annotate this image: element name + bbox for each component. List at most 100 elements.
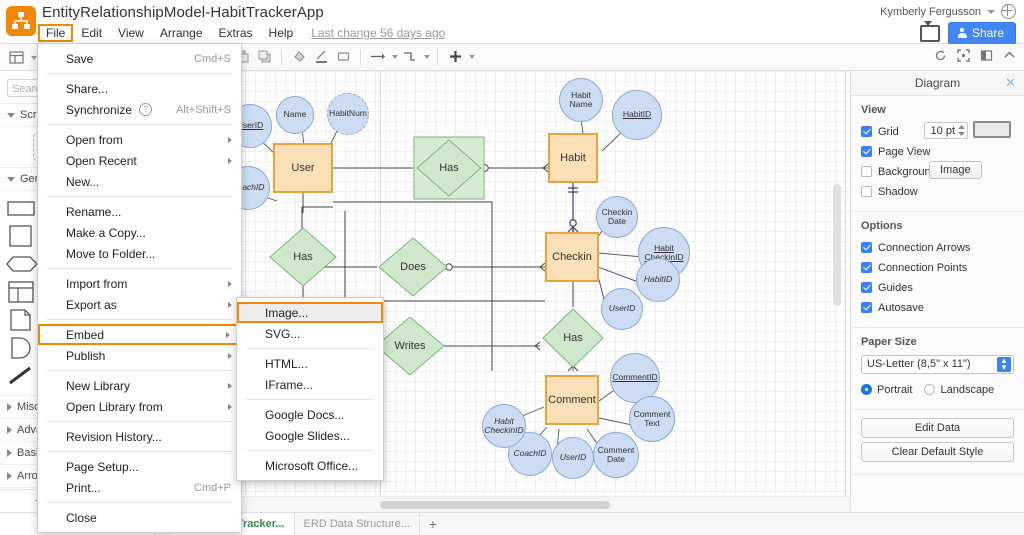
attribute-checkin-date[interactable]: Checkin Date — [596, 196, 638, 238]
attribute-habit-checkinid-fk[interactable]: Habit CheckinID — [482, 404, 526, 448]
submenu-item-image[interactable]: Image... — [237, 302, 383, 323]
menu-item-open-recent[interactable]: Open Recent — [38, 150, 241, 171]
menu-item-revision-history[interactable]: Revision History... — [38, 426, 241, 447]
scrollbar-thumb-horizontal[interactable] — [380, 501, 610, 509]
edit-data-button[interactable]: Edit Data — [861, 418, 1014, 438]
background-checkbox[interactable] — [861, 166, 872, 177]
menu-item-new-library[interactable]: New Library — [38, 375, 241, 396]
format-panel-icon[interactable] — [980, 49, 993, 65]
menu-item-save[interactable]: SaveCmd+S — [38, 48, 241, 69]
row-connection-points[interactable]: Connection Points — [861, 259, 1014, 276]
fill-color-icon[interactable] — [289, 47, 309, 66]
entity-checkin[interactable]: Checkin — [545, 232, 599, 282]
attribute-userid-checkin[interactable]: UserID — [601, 288, 643, 330]
to-back-icon[interactable] — [254, 47, 274, 66]
entity-comment[interactable]: Comment — [545, 375, 599, 425]
chevron-down-icon[interactable] — [392, 55, 398, 59]
file-menu[interactable]: SaveCmd+S Share... Synchronize?Alt+Shift… — [37, 43, 242, 533]
row-connection-arrows[interactable]: Connection Arrows — [861, 239, 1014, 256]
submenu-item-google-docs[interactable]: Google Docs... — [237, 404, 383, 425]
entity-habit[interactable]: Habit — [548, 133, 598, 183]
comment-icon[interactable] — [920, 25, 940, 42]
reset-view-icon[interactable] — [934, 49, 947, 65]
canvas-horizontal-scrollbar[interactable] — [155, 496, 850, 512]
paper-size-select[interactable]: US-Letter (8,5" x 11") ▲▼ — [861, 355, 1014, 374]
menu-item-close[interactable]: Close — [38, 507, 241, 528]
portrait-radio[interactable] — [861, 384, 872, 395]
menu-item-synchronize[interactable]: Synchronize?Alt+Shift+S — [38, 99, 241, 120]
relationship-has-user-checkin[interactable]: Has — [268, 226, 338, 288]
scrollbar-thumb-vertical[interactable] — [833, 184, 841, 306]
menu-view[interactable]: View — [110, 24, 152, 42]
attribute-habitid-key[interactable]: HabitID — [612, 90, 662, 140]
attribute-userid-comment[interactable]: UserID — [552, 437, 594, 479]
menu-help[interactable]: Help — [261, 24, 302, 42]
menu-file[interactable]: File — [38, 24, 73, 42]
menu-item-open-from[interactable]: Open from — [38, 129, 241, 150]
attribute-comment-date[interactable]: Comment Date — [593, 432, 639, 478]
grid-size-stepper[interactable] — [957, 123, 966, 138]
menu-item-move-to-folder[interactable]: Move to Folder... — [38, 243, 241, 264]
line-color-icon[interactable] — [311, 47, 331, 66]
relationship-has-user-habit[interactable]: Has — [413, 136, 485, 200]
shape-line-icon[interactable] — [6, 365, 36, 390]
shape-hexagon-icon[interactable] — [6, 254, 40, 277]
shadow-checkbox[interactable] — [861, 186, 872, 197]
submenu-item-iframe[interactable]: IFrame... — [237, 374, 383, 395]
add-page-button[interactable]: + — [420, 513, 446, 535]
row-grid[interactable]: Grid 10 pt — [861, 123, 1014, 140]
relationship-has-checkin-comment[interactable]: Has — [541, 307, 605, 369]
shape-square-icon[interactable] — [6, 224, 36, 251]
menu-item-export-as[interactable]: Export as — [38, 294, 241, 315]
help-icon[interactable]: ? — [139, 103, 152, 116]
relationship-writes[interactable]: Writes — [374, 315, 446, 377]
chevron-down-icon[interactable] — [987, 10, 995, 14]
chevron-down-icon[interactable] — [424, 55, 430, 59]
menu-item-publish[interactable]: Publish — [38, 345, 241, 366]
attribute-habitid-fk[interactable]: HabitID — [636, 258, 680, 302]
submenu-item-microsoft-office[interactable]: Microsoft Office... — [237, 455, 383, 476]
page-view-checkbox[interactable] — [861, 146, 872, 157]
row-guides[interactable]: Guides — [861, 279, 1014, 296]
row-background[interactable]: Background Image — [861, 163, 1014, 180]
embed-submenu[interactable]: Image... SVG... HTML... IFrame... Google… — [236, 297, 384, 481]
menu-item-import-from[interactable]: Import from — [38, 273, 241, 294]
guides-checkbox[interactable] — [861, 282, 872, 293]
attribute-habit-name[interactable]: Habit Name — [559, 78, 603, 122]
fit-page-icon[interactable] — [957, 49, 970, 65]
attribute-comment-text[interactable]: Comment Text — [629, 396, 675, 442]
grid-checkbox[interactable] — [861, 126, 872, 137]
relationship-does[interactable]: Does — [377, 236, 449, 298]
menu-extras[interactable]: Extras — [211, 24, 261, 42]
attribute-name[interactable]: Name — [276, 96, 314, 134]
user-name[interactable]: Kymberly Fergusson — [880, 6, 981, 18]
landscape-radio[interactable] — [924, 384, 935, 395]
collapse-toolbar-icon[interactable] — [1003, 49, 1016, 65]
connection-arrows-checkbox[interactable] — [861, 242, 872, 253]
menu-item-print[interactable]: Print...Cmd+P — [38, 477, 241, 498]
menu-item-new[interactable]: New... — [38, 171, 241, 192]
last-change-link[interactable]: Last change 56 days ago — [311, 26, 445, 40]
menu-item-make-a-copy[interactable]: Make a Copy... — [38, 222, 241, 243]
share-button[interactable]: Share — [948, 22, 1016, 45]
menu-item-page-setup[interactable]: Page Setup... — [38, 456, 241, 477]
shape-document-icon[interactable] — [6, 308, 36, 335]
insert-plus-icon[interactable] — [445, 47, 465, 66]
connection-arrow-icon[interactable] — [368, 47, 388, 66]
waypoints-icon[interactable] — [400, 47, 420, 66]
row-autosave[interactable]: Autosave — [861, 299, 1014, 316]
row-page-view[interactable]: Page View — [861, 143, 1014, 160]
menu-item-share[interactable]: Share... — [38, 78, 241, 99]
grid-color-swatch[interactable] — [973, 121, 1011, 138]
background-image-button[interactable]: Image — [929, 161, 982, 179]
attribute-habitnum[interactable]: HabitNum — [327, 93, 369, 135]
shape-halfcircle-icon[interactable] — [6, 336, 36, 363]
menu-item-embed[interactable]: Embed — [38, 324, 241, 345]
menu-edit[interactable]: Edit — [73, 24, 110, 42]
autosave-checkbox[interactable] — [861, 302, 872, 313]
shape-rectangle-icon[interactable] — [6, 198, 36, 221]
submenu-item-html[interactable]: HTML... — [237, 353, 383, 374]
clear-default-style-button[interactable]: Clear Default Style — [861, 442, 1014, 462]
shape-table-icon[interactable] — [6, 280, 36, 307]
entity-user[interactable]: User — [273, 143, 333, 193]
